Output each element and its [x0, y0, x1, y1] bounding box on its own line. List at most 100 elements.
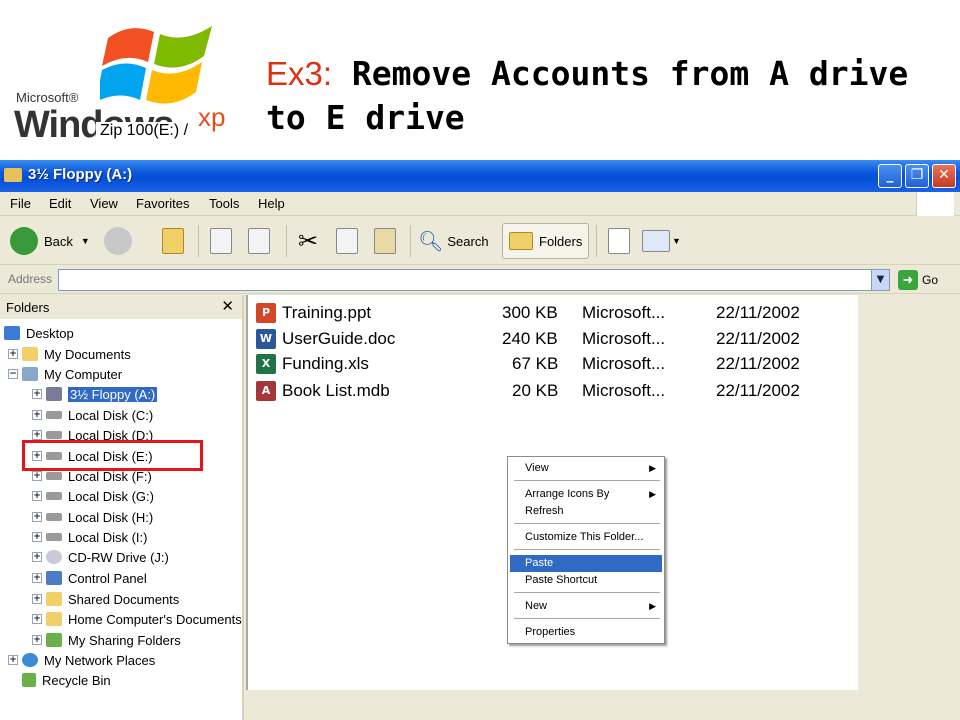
submenu-arrow-icon: ▶	[649, 601, 656, 611]
context-menu-arrange-icons[interactable]: Arrange Icons By ▶	[510, 486, 662, 503]
up-folder-button[interactable]	[162, 223, 184, 259]
paste-icon	[374, 228, 396, 254]
expand-icon[interactable]: +	[32, 430, 42, 440]
address-field[interactable]: ▼	[58, 269, 890, 291]
file-size: 67 KB	[512, 354, 559, 373]
tree-item-cd-rw-j[interactable]: + CD-RW Drive (J:)	[32, 547, 169, 567]
tree-item-label: CD-RW Drive (J:)	[68, 549, 169, 565]
expand-icon[interactable]: +	[32, 573, 42, 583]
expand-icon[interactable]: +	[32, 512, 42, 522]
copy-button[interactable]	[336, 223, 358, 259]
tree-item-my-computer[interactable]: − My Computer	[8, 364, 122, 384]
undo-button[interactable]	[608, 223, 630, 259]
expand-icon[interactable]: +	[32, 410, 42, 420]
expand-icon[interactable]: +	[32, 594, 42, 604]
menu-favorites[interactable]: Favorites	[136, 196, 189, 211]
folders-icon	[509, 232, 533, 250]
tree-item-local-disk-h[interactable]: + Local Disk (H:)	[32, 507, 153, 527]
slide-title: Ex3: Remove Accounts from A drive to E d…	[266, 52, 946, 140]
address-path-overlay: Zip 100(E:) /	[96, 122, 193, 140]
cut-button[interactable]: ✂	[298, 223, 318, 259]
tree-item-recycle-bin[interactable]: Recycle Bin	[22, 670, 111, 690]
excel-icon: X	[256, 354, 276, 374]
views-button[interactable]: ▼	[642, 223, 681, 259]
minimize-button[interactable]: _	[878, 164, 902, 188]
network-globe-icon	[22, 653, 38, 667]
powerpoint-icon: P	[256, 303, 276, 323]
file-size: 20 KB	[512, 381, 559, 400]
file-size: 240 KB	[502, 329, 558, 348]
tree-item-label: My Sharing Folders	[68, 632, 181, 648]
context-menu-new[interactable]: New ▶	[510, 598, 662, 615]
context-menu: View ▶ Arrange Icons By ▶ Refresh Custom…	[507, 456, 665, 644]
tree-item-shared-documents[interactable]: + Shared Documents	[32, 589, 179, 609]
expand-icon[interactable]: +	[32, 635, 42, 645]
close-button[interactable]: ✕	[932, 164, 956, 188]
logo-xp-text: xp	[198, 102, 226, 132]
file-row[interactable]: A Book List.mdb	[256, 379, 390, 403]
folders-pane-close-icon[interactable]: ✕	[221, 297, 234, 315]
menu-separator	[514, 549, 660, 550]
tree-item-home-computer-documents[interactable]: + Home Computer's Documents	[32, 609, 242, 629]
folders-label: Folders	[539, 233, 583, 249]
address-dropdown-button[interactable]: ▼	[871, 270, 889, 290]
collapse-icon[interactable]: −	[8, 369, 18, 379]
hard-drive-icon	[46, 431, 62, 439]
checkmark-doc-icon	[608, 228, 630, 254]
tree-item-my-network-places[interactable]: + My Network Places	[8, 650, 155, 670]
file-row[interactable]: X Funding.xls	[256, 352, 369, 376]
context-menu-refresh[interactable]: Refresh	[510, 503, 662, 520]
maximize-button[interactable]: ❐	[905, 164, 929, 188]
file-name: UserGuide.doc	[282, 329, 396, 348]
folders-button[interactable]: Folders	[502, 223, 590, 259]
file-date: 22/11/2002	[716, 329, 800, 348]
file-row[interactable]: P Training.ppt	[256, 301, 371, 325]
context-menu-view[interactable]: View ▶	[510, 460, 662, 477]
context-menu-properties[interactable]: Properties	[510, 624, 662, 641]
expand-icon[interactable]: +	[32, 614, 42, 624]
tree-item-desktop[interactable]: Desktop	[4, 323, 74, 343]
search-icon: 🔍︎	[418, 230, 444, 253]
recycle-bin-icon	[22, 673, 36, 687]
search-button[interactable]: 🔍︎ Search	[418, 223, 489, 259]
title-bar[interactable]: 3½ Floppy (A:) _ ❐ ✕	[0, 160, 960, 192]
highlight-box	[22, 440, 203, 471]
menu-file[interactable]: File	[10, 196, 31, 211]
context-menu-paste[interactable]: Paste	[510, 555, 662, 572]
expand-icon[interactable]: +	[8, 655, 18, 665]
forward-button[interactable]	[104, 223, 132, 259]
expand-icon[interactable]: +	[32, 552, 42, 562]
tree-item-local-disk-g[interactable]: + Local Disk (G:)	[32, 486, 154, 506]
expand-icon[interactable]: +	[32, 389, 42, 399]
expand-icon[interactable]: +	[32, 491, 42, 501]
menu-help[interactable]: Help	[258, 196, 285, 211]
go-button[interactable]: ➜ Go	[898, 269, 938, 291]
menu-edit[interactable]: Edit	[49, 196, 71, 211]
toolbar-separator	[410, 225, 411, 257]
tree-item-floppy-a[interactable]: + 3½ Floppy (A:)	[32, 384, 158, 404]
file-name: Book List.mdb	[282, 381, 390, 400]
file-type: Microsoft...	[582, 354, 666, 373]
menu-view[interactable]: View	[90, 196, 118, 211]
file-row[interactable]: W UserGuide.doc	[256, 327, 395, 351]
up-folder-icon	[162, 228, 184, 254]
tree-item-local-disk-c[interactable]: + Local Disk (C:)	[32, 405, 153, 425]
context-menu-paste-shortcut[interactable]: Paste Shortcut	[510, 572, 662, 589]
copy-to-button[interactable]	[248, 223, 270, 259]
hard-drive-icon	[46, 472, 62, 480]
expand-icon[interactable]: +	[32, 532, 42, 542]
tree-item-control-panel[interactable]: + Control Panel	[32, 568, 147, 588]
tree-item-local-disk-i[interactable]: + Local Disk (I:)	[32, 527, 147, 547]
menu-tools[interactable]: Tools	[209, 196, 239, 211]
context-menu-customize-folder[interactable]: Customize This Folder...	[510, 529, 662, 546]
control-panel-icon	[46, 571, 62, 585]
paste-button[interactable]	[374, 223, 396, 259]
move-to-button[interactable]	[210, 223, 232, 259]
back-button[interactable]: Back ▼	[10, 223, 90, 259]
tree-item-my-documents[interactable]: + My Documents	[8, 344, 131, 364]
context-menu-arrange-label: Arrange Icons By	[525, 488, 610, 500]
tree-item-my-sharing-folders[interactable]: + My Sharing Folders	[32, 630, 181, 650]
expand-icon[interactable]: +	[8, 349, 18, 359]
file-size: 300 KB	[502, 303, 558, 322]
expand-icon[interactable]: +	[32, 471, 42, 481]
